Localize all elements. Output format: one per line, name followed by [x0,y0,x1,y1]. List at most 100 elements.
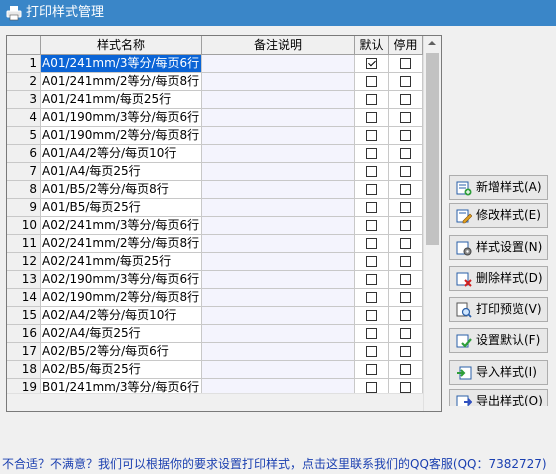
add-style-button[interactable]: 新增样式(A) [449,175,548,200]
table-row[interactable]: 13 A02/190mm/3等分/每页6行 [7,271,423,289]
default-checkbox[interactable] [366,346,377,357]
default-checkbox[interactable] [366,94,377,105]
table-row[interactable]: 15 A02/A4/2等分/每页10行 [7,307,423,325]
note-cell[interactable] [202,109,355,126]
table-row[interactable]: 10 A02/241mm/3等分/每页6行 [7,217,423,235]
style-name-cell[interactable]: A02/241mm/2等分/每页8行 [41,235,202,252]
note-cell[interactable] [202,307,355,324]
note-cell[interactable] [202,343,355,360]
table-row[interactable]: 6 A01/A4/2等分/每页10行 [7,145,423,163]
note-cell[interactable] [202,325,355,342]
table-row[interactable]: 11 A02/241mm/2等分/每页8行 [7,235,423,253]
table-row[interactable]: 7 A01/A4/每页25行 [7,163,423,181]
disabled-checkbox[interactable] [400,310,411,321]
scroll-up-arrow-icon[interactable] [428,41,436,45]
preview-style-button[interactable]: 打印预览(V) [449,297,548,322]
table-row[interactable]: 17 A02/B5/2等分/每页6行 [7,343,423,361]
style-name-cell[interactable]: A02/241mm/3等分/每页6行 [41,217,202,234]
table-row[interactable]: 3 A01/241mm/每页25行 [7,91,423,109]
default-checkbox[interactable] [366,328,377,339]
table-row[interactable]: 18 A02/B5/每页25行 [7,361,423,379]
style-name-cell[interactable]: A01/241mm/3等分/每页6行 [41,55,202,72]
column-header-name[interactable]: 样式名称 [41,36,202,54]
vertical-scrollbar[interactable] [423,36,441,411]
table-row[interactable]: 5 A01/190mm/2等分/每页8行 [7,127,423,145]
default-checkbox[interactable] [366,130,377,141]
note-cell[interactable] [202,91,355,108]
table-row[interactable]: 12 A02/241mm/每页25行 [7,253,423,271]
note-cell[interactable] [202,163,355,180]
style-name-cell[interactable]: A01/241mm/每页25行 [41,91,202,108]
default-checkbox[interactable] [366,292,377,303]
note-cell[interactable] [202,181,355,198]
column-header-default[interactable]: 默认 [355,36,389,54]
disabled-checkbox[interactable] [400,382,411,393]
disabled-checkbox[interactable] [400,274,411,285]
style-name-cell[interactable]: A01/241mm/2等分/每页8行 [41,73,202,90]
default-checkbox[interactable] [366,148,377,159]
default-checkbox[interactable] [366,382,377,393]
style-name-cell[interactable]: A02/A4/每页25行 [41,325,202,342]
default-checkbox[interactable] [366,184,377,195]
note-cell[interactable] [202,361,355,378]
settings-style-button[interactable]: 样式设置(N) [449,235,548,260]
note-cell[interactable] [202,145,355,162]
default-checkbox[interactable] [366,364,377,375]
delete-style-button[interactable]: 删除样式(D) [449,266,548,291]
style-name-cell[interactable]: A02/B5/2等分/每页6行 [41,343,202,360]
note-cell[interactable] [202,271,355,288]
default-checkbox[interactable] [366,58,377,69]
disabled-checkbox[interactable] [400,364,411,375]
disabled-checkbox[interactable] [400,94,411,105]
note-cell[interactable] [202,127,355,144]
disabled-checkbox[interactable] [400,112,411,123]
style-name-cell[interactable]: A01/A4/2等分/每页10行 [41,145,202,162]
export-style-button[interactable]: 导出样式(O) [449,389,548,406]
style-name-cell[interactable]: A01/190mm/2等分/每页8行 [41,127,202,144]
disabled-checkbox[interactable] [400,328,411,339]
note-cell[interactable] [202,289,355,306]
disabled-checkbox[interactable] [400,130,411,141]
styles-grid[interactable]: 样式名称 备注说明 默认 停用 1 A01/241mm/3等分/每页6行 2 A01/… [6,35,442,412]
disabled-checkbox[interactable] [400,256,411,267]
disabled-checkbox[interactable] [400,76,411,87]
style-name-cell[interactable]: A01/A4/每页25行 [41,163,202,180]
default-checkbox[interactable] [366,220,377,231]
style-name-cell[interactable]: A02/190mm/3等分/每页6行 [41,271,202,288]
table-row[interactable]: 2 A01/241mm/2等分/每页8行 [7,73,423,91]
default-checkbox[interactable] [366,238,377,249]
style-name-cell[interactable]: A02/B5/每页25行 [41,361,202,378]
note-cell[interactable] [202,199,355,216]
disabled-checkbox[interactable] [400,238,411,249]
style-name-cell[interactable]: A01/B5/2等分/每页8行 [41,181,202,198]
import-style-button[interactable]: 导入样式(I) [449,360,548,385]
contact-link[interactable]: 不合适？不满意？我们可以根据你的要求设置打印样式，点击这里联系我们的QQ客服(Q… [0,455,556,474]
column-header-disabled[interactable]: 停用 [389,36,423,54]
disabled-checkbox[interactable] [400,346,411,357]
note-cell[interactable] [202,253,355,270]
default-checkbox[interactable] [366,274,377,285]
note-cell[interactable] [202,235,355,252]
disabled-checkbox[interactable] [400,166,411,177]
default-check-style-button[interactable]: 设置默认(F) [449,328,548,353]
scroll-thumb[interactable] [426,53,439,245]
disabled-checkbox[interactable] [400,58,411,69]
default-checkbox[interactable] [366,256,377,267]
style-name-cell[interactable]: A02/A4/2等分/每页10行 [41,307,202,324]
default-checkbox[interactable] [366,166,377,177]
table-row[interactable]: 16 A02/A4/每页25行 [7,325,423,343]
column-header-note[interactable]: 备注说明 [202,36,355,54]
edit-style-button[interactable]: 修改样式(E) [449,203,548,228]
table-row[interactable]: 4 A01/190mm/3等分/每页6行 [7,109,423,127]
table-row[interactable]: 9 A01/B5/每页25行 [7,199,423,217]
style-name-cell[interactable]: A02/190mm/2等分/每页8行 [41,289,202,306]
default-checkbox[interactable] [366,76,377,87]
style-name-cell[interactable]: A02/241mm/每页25行 [41,253,202,270]
table-row[interactable]: 1 A01/241mm/3等分/每页6行 [7,55,423,73]
default-checkbox[interactable] [366,310,377,321]
disabled-checkbox[interactable] [400,148,411,159]
disabled-checkbox[interactable] [400,220,411,231]
note-cell[interactable] [202,73,355,90]
style-name-cell[interactable]: A01/B5/每页25行 [41,199,202,216]
note-cell[interactable] [202,217,355,234]
